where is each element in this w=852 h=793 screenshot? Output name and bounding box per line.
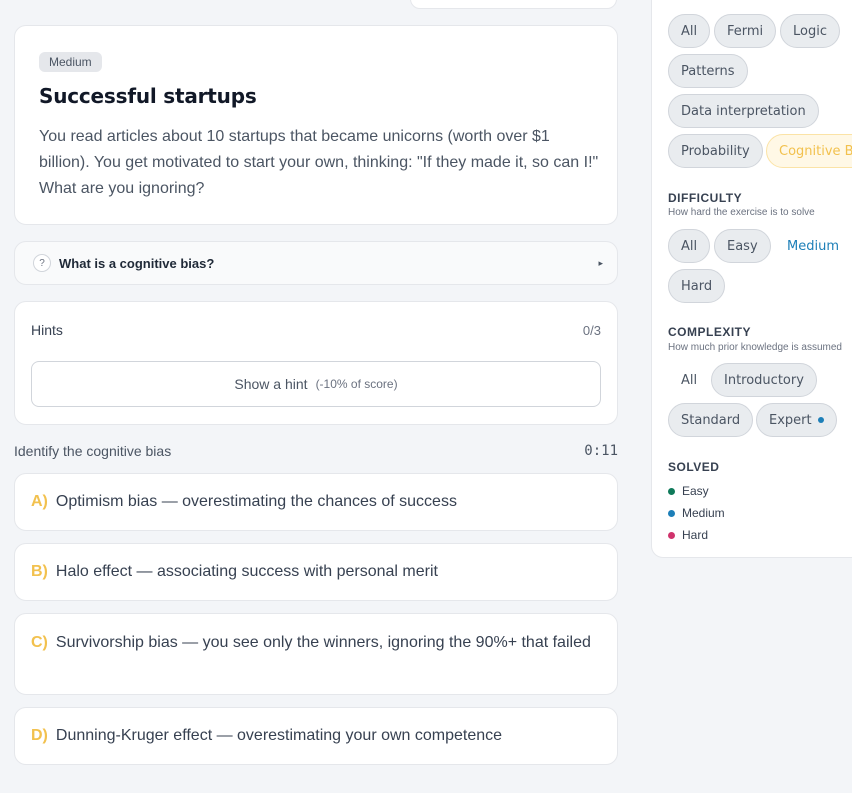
complexity-pill-all[interactable]: All (668, 363, 710, 397)
option-text: Optimism bias — overestimating the chanc… (55, 493, 457, 510)
difficulty-pill-all[interactable]: All (668, 229, 711, 263)
difficulty-pill-hard[interactable]: Hard (668, 269, 726, 303)
option-text: Survivorship bias — you see only the win… (55, 634, 591, 651)
option-letter: D) (31, 727, 48, 744)
task-label: Identify the cognitive bias (14, 443, 172, 459)
category-pill-cognitive-bias[interactable]: Cognitive Bi (766, 134, 852, 168)
question-title: Successful startups (39, 84, 257, 108)
solved-hard: Hard (668, 528, 708, 542)
show-hint-button[interactable]: Show a hint (-10% of score) (31, 361, 601, 407)
caret-right-icon: ▸ (598, 257, 603, 268)
complexity-title: COMPLEXITY (668, 325, 752, 339)
cognitive-bias-accordion[interactable]: ? What is a cognitive bias? ▸ (14, 241, 618, 285)
hint-penalty-note: (-10% of score) (315, 377, 398, 391)
option-letter: A) (31, 493, 48, 510)
answer-option-a[interactable]: A) Optimism bias — overestimating the ch… (14, 473, 618, 531)
solved-title: SOLVED (668, 460, 720, 474)
solved-easy: Easy (668, 484, 709, 498)
hints-count: 0/3 (582, 322, 601, 338)
option-letter: C) (31, 634, 48, 651)
complexity-subtitle: How much prior knowledge is assumed (668, 342, 842, 353)
task-header: Identify the cognitive bias 0:11 (14, 443, 618, 459)
category-pill-data-interpretation[interactable]: Data interpretation (668, 94, 819, 128)
medium-dot-icon (668, 509, 675, 517)
complexity-pill-introductory[interactable]: Introductory (711, 363, 817, 397)
accordion-label: What is a cognitive bias? (59, 255, 215, 271)
answer-option-d[interactable]: D) Dunning-Kruger effect — overestimatin… (14, 707, 618, 765)
easy-dot-icon (668, 487, 675, 495)
hints-card: Hints 0/3 Show a hint (-10% of score) (14, 301, 618, 425)
timer: 0:11 (584, 443, 618, 459)
solved-easy-label: Easy (682, 484, 709, 498)
difficulty-subtitle: How hard the exercise is to solve (668, 207, 815, 218)
category-pill-all[interactable]: All (668, 14, 711, 48)
solved-medium-label: Medium (682, 506, 725, 520)
option-text: Dunning-Kruger effect — overestimating y… (55, 727, 503, 744)
indicator-dot-icon (817, 417, 824, 423)
complexity-pill-expert[interactable]: Expert (756, 403, 837, 437)
difficulty-pill-easy[interactable]: Easy (714, 229, 771, 263)
category-pill-logic[interactable]: Logic (780, 14, 840, 48)
category-pill-fermi[interactable]: Fermi (714, 14, 777, 48)
option-text: Halo effect — associating success with p… (55, 563, 438, 580)
difficulty-title: DIFFICULTY (668, 191, 743, 205)
answer-option-c[interactable]: C) Survivorship bias — you see only the w… (14, 613, 618, 695)
filter-sidebar: All Fermi Logic Patterns Data interpreta… (651, 0, 852, 558)
question-text: You read articles about 10 startups that… (39, 128, 599, 197)
show-hint-label: Show a hint (234, 376, 308, 392)
category-pill-patterns[interactable]: Patterns (668, 54, 748, 88)
hard-dot-icon (668, 531, 675, 539)
solved-hard-label: Hard (682, 528, 709, 542)
solved-medium: Medium (668, 506, 725, 520)
complexity-pill-standard[interactable]: Standard (668, 403, 754, 437)
complexity-pill-expert-label: Expert (769, 412, 812, 428)
question-mark-icon: ? (33, 254, 51, 272)
hints-title: Hints (31, 322, 63, 338)
option-letter: B) (31, 563, 48, 580)
answer-option-b[interactable]: B) Halo effect — associating success wit… (14, 543, 618, 601)
difficulty-badge: Medium (39, 52, 102, 72)
question-card: Medium Successful startups You read arti… (14, 25, 618, 225)
previous-card-edge (410, 0, 617, 9)
difficulty-pill-medium[interactable]: Medium (774, 229, 852, 263)
category-pill-probability[interactable]: Probability (668, 134, 763, 168)
